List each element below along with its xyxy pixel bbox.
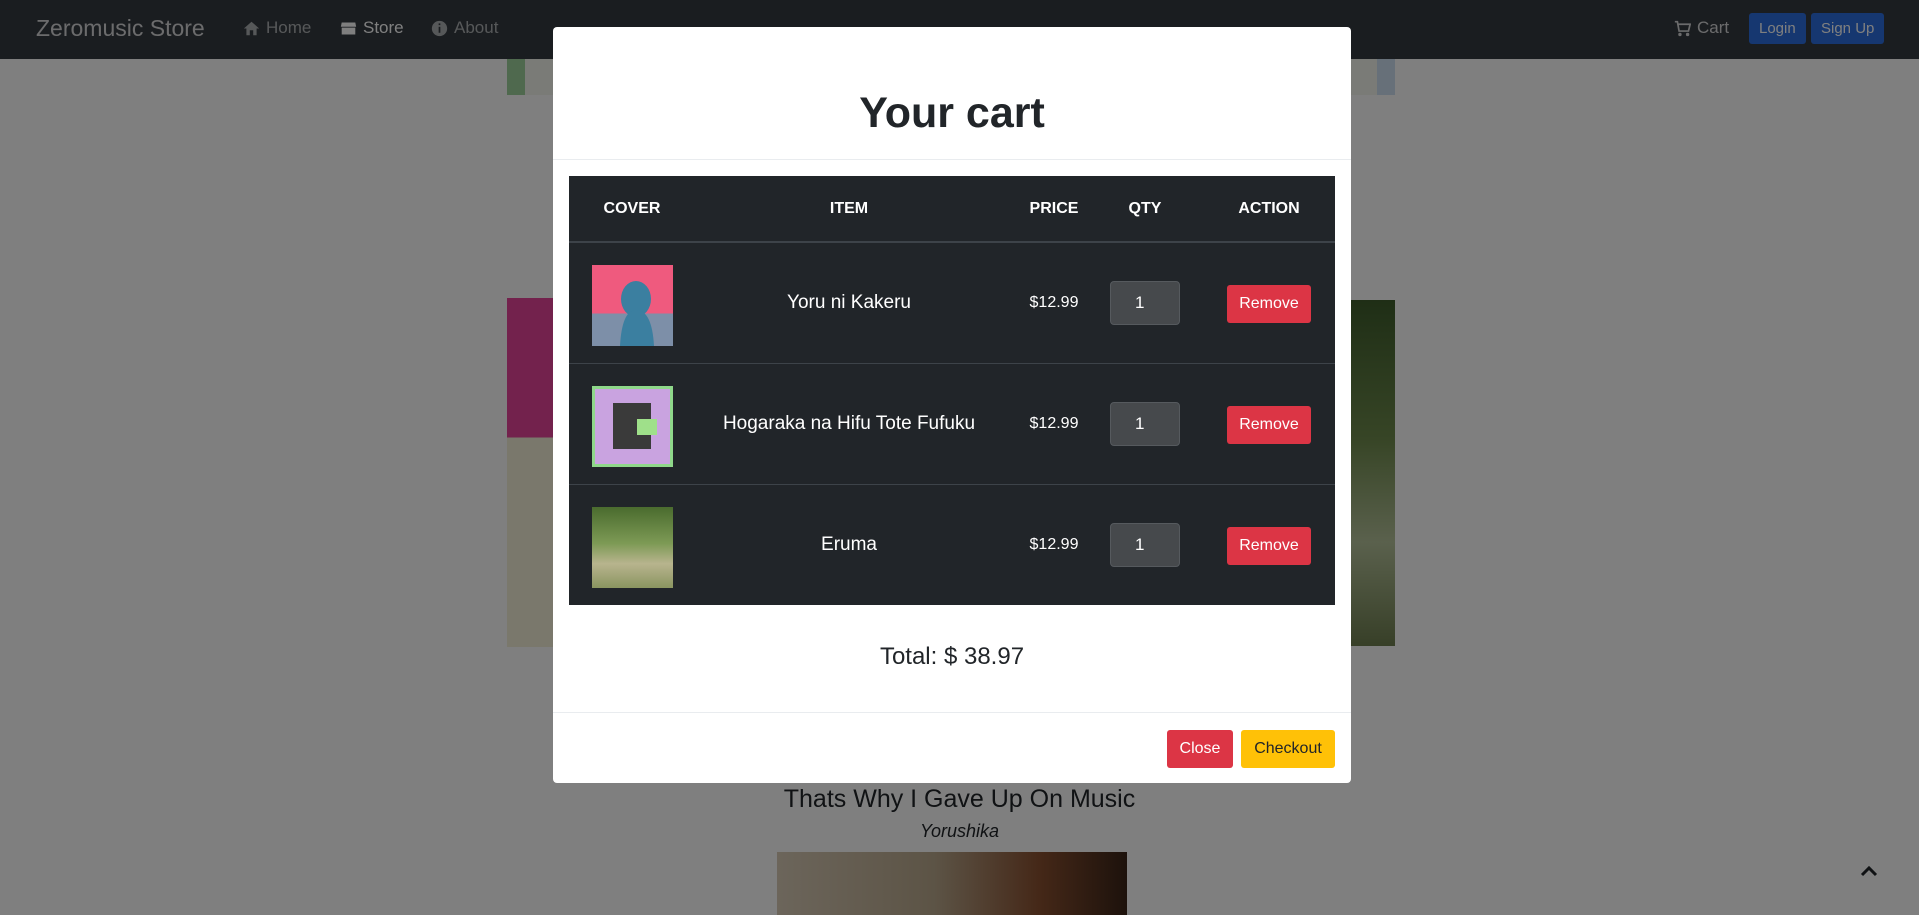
cover-image: [592, 386, 673, 467]
cover-image: [592, 507, 673, 588]
table-row: Eruma $12.99 Remove: [569, 484, 1335, 605]
quantity-input[interactable]: [1110, 402, 1180, 446]
column-header-item: ITEM: [829, 200, 869, 217]
item-price: $12.99: [1029, 415, 1079, 432]
remove-button[interactable]: Remove: [1227, 406, 1311, 444]
cover-image: [592, 265, 673, 346]
quantity-input[interactable]: [1110, 523, 1180, 567]
modal-header: Your cart: [553, 27, 1351, 160]
column-header-qty: QTY: [1128, 200, 1162, 217]
item-name: Yoru ni Kakeru: [787, 292, 911, 313]
close-button[interactable]: Close: [1167, 730, 1233, 768]
remove-button[interactable]: Remove: [1227, 527, 1311, 565]
item-name: Hogaraka na Hifu Tote Fufuku: [722, 413, 976, 434]
column-header-price: PRICE: [1029, 200, 1079, 217]
cart-modal: Your cart COVER ITEM PRICE QTY ACTION Yo…: [553, 27, 1351, 783]
modal-footer: Close Checkout: [553, 712, 1351, 784]
table-header: COVER ITEM PRICE QTY ACTION: [569, 176, 1335, 242]
cart-table: COVER ITEM PRICE QTY ACTION Yoru ni Kake…: [569, 176, 1335, 605]
quantity-input[interactable]: [1110, 281, 1180, 325]
table-row: Hogaraka na Hifu Tote Fufuku $12.99 Remo…: [569, 363, 1335, 484]
item-price: $12.99: [1029, 536, 1079, 553]
table-row: Yoru ni Kakeru $12.99 Remove: [569, 242, 1335, 363]
column-header-cover: COVER: [603, 200, 661, 217]
checkout-button[interactable]: Checkout: [1241, 730, 1335, 768]
column-header-action: ACTION: [1238, 200, 1300, 217]
item-name: Eruma: [821, 534, 877, 555]
modal-title: Your cart: [859, 89, 1045, 137]
item-price: $12.99: [1029, 294, 1079, 311]
cart-total: Total: $ 38.97: [879, 643, 1025, 670]
remove-button[interactable]: Remove: [1227, 285, 1311, 323]
